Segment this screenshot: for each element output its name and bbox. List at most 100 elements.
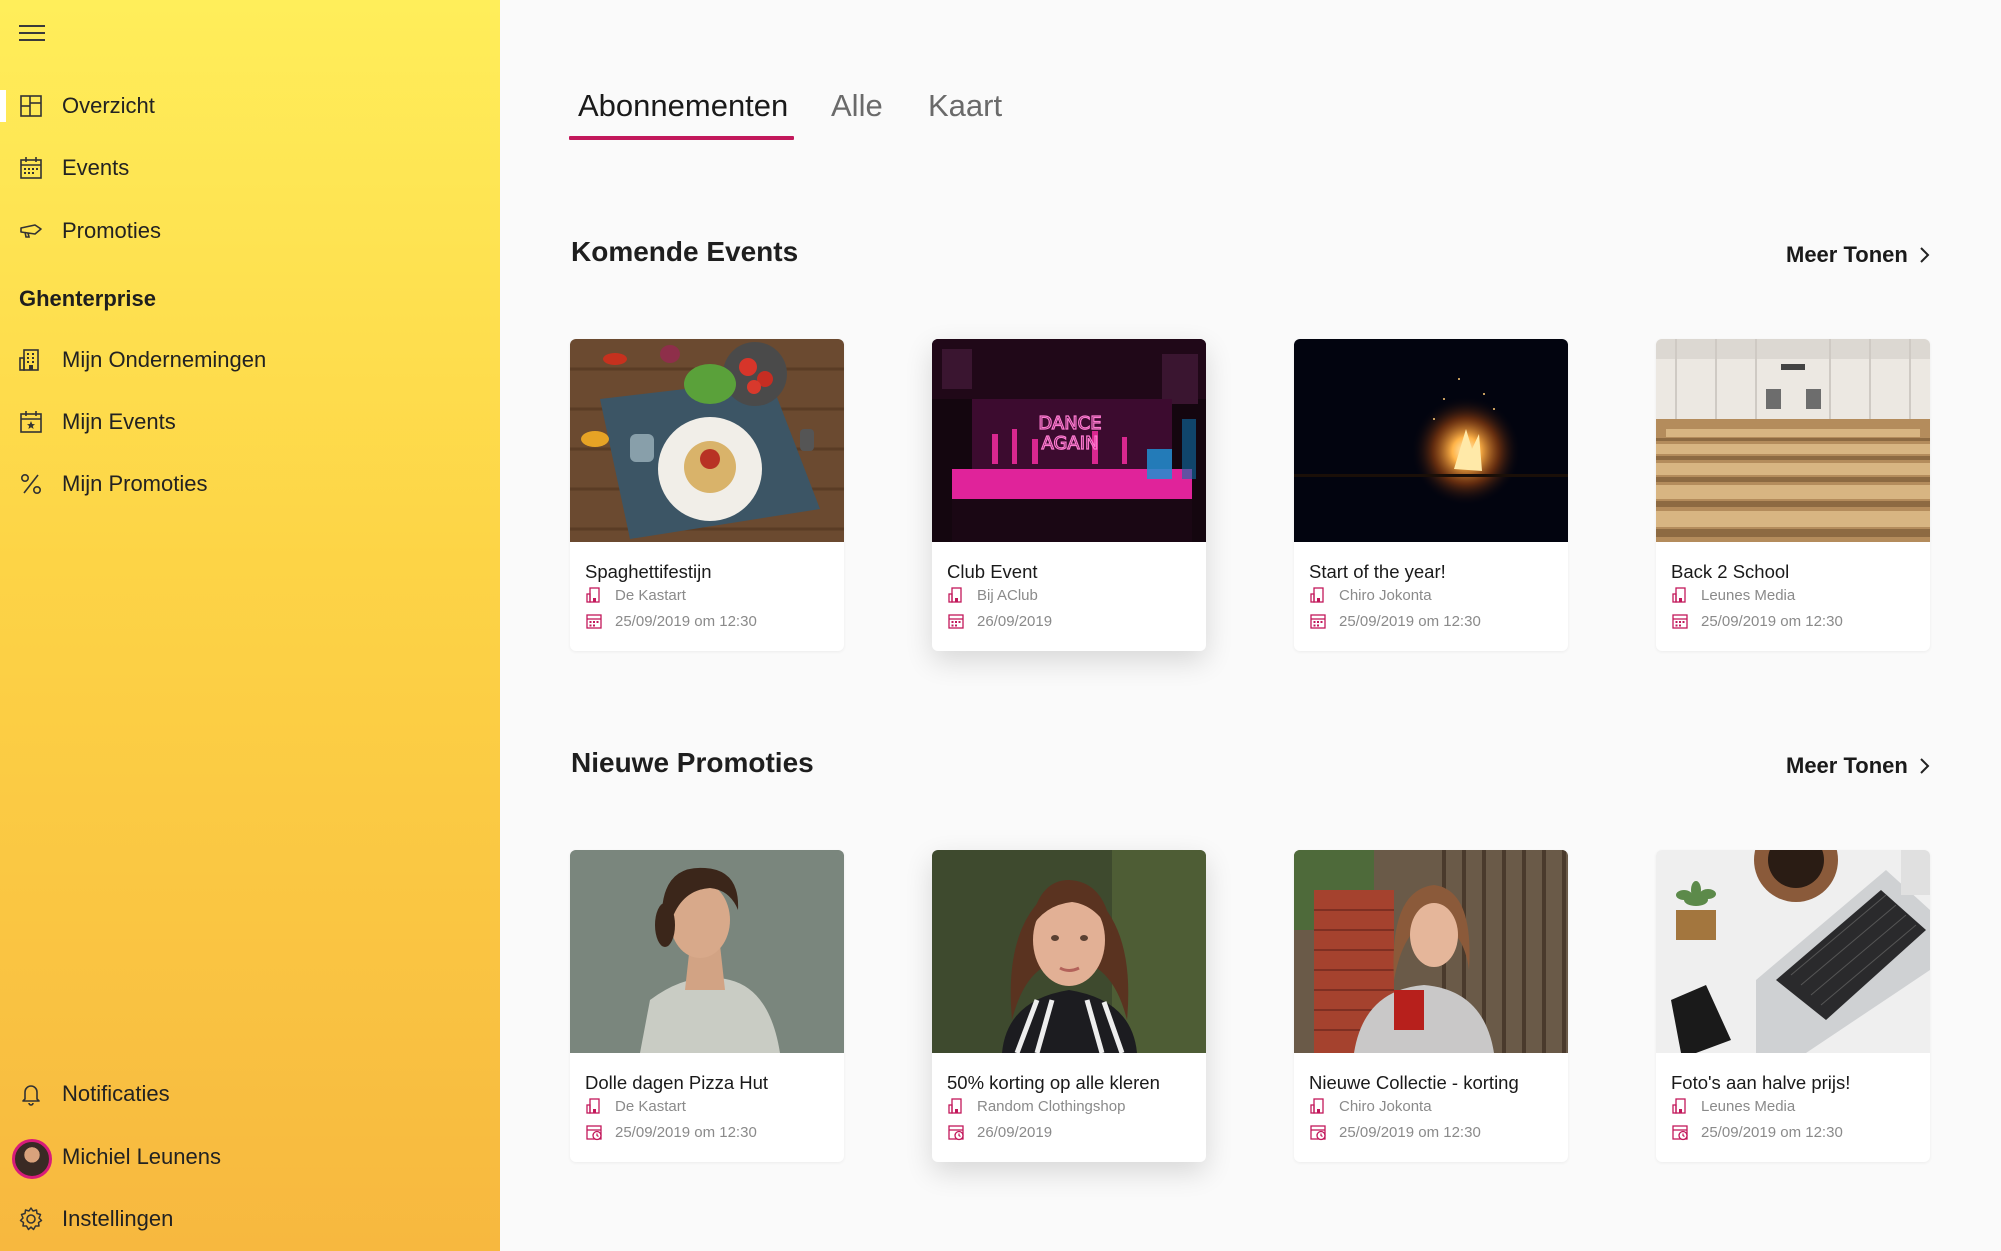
tab-abonnementen[interactable]: Abonnementen <box>578 88 788 124</box>
card-date: 25/09/2019 om 12:30 <box>1671 1123 1843 1141</box>
calendar-icon <box>1310 614 1326 629</box>
nav-item-mijn-ondernemingen[interactable]: Mijn Ondernemingen <box>0 334 500 386</box>
card-organizer-name: Chiro Jokonta <box>1339 1097 1432 1115</box>
event-image-campfire <box>1294 339 1568 542</box>
neon-sign-text: DANCE AGAIN <box>1038 413 1101 454</box>
card-title: 50% korting op alle kleren <box>947 1072 1160 1093</box>
building-icon <box>19 349 39 371</box>
promotion-image-girl <box>1294 850 1568 1053</box>
calendar-icon <box>948 614 964 629</box>
card-organizer-name: Leunes Media <box>1701 1097 1796 1115</box>
nav-label: Promoties <box>62 218 162 243</box>
promotion-card[interactable]: Foto's aan halve prijs! Leunes Media 25/… <box>1656 850 1930 1162</box>
promotion-card[interactable]: Dolle dagen Pizza Hut De Kastart 25/09/2… <box>570 850 844 1162</box>
avatar[interactable] <box>12 1139 52 1179</box>
card-date-text: 25/09/2019 om 12:30 <box>1701 1123 1843 1141</box>
more-link-label: Meer Tonen <box>1786 242 1908 267</box>
calendar-icon <box>586 614 602 629</box>
promotion-image-laptop <box>1656 850 1930 1053</box>
card-organizer: Leunes Media <box>1671 586 1795 604</box>
promotion-image-woman <box>932 850 1206 1053</box>
promotion-card[interactable]: 50% korting op alle kleren Random Clothi… <box>932 850 1206 1162</box>
card-date-text: 26/09/2019 <box>977 1123 1053 1141</box>
card-organizer-name: Leunes Media <box>1701 586 1796 604</box>
more-events-link[interactable]: Meer Tonen <box>1786 242 1930 268</box>
card-date-text: 26/09/2019 <box>977 612 1053 630</box>
chevron-right-icon <box>1920 758 1930 774</box>
nav-label: Mijn Ondernemingen <box>62 347 267 372</box>
megaphone-icon <box>20 224 42 238</box>
card-title: Nieuwe Collectie - korting <box>1309 1072 1519 1093</box>
bell-icon <box>22 1085 40 1106</box>
active-tab-indicator <box>569 136 794 140</box>
event-image-food <box>570 339 844 542</box>
building-icon <box>1672 1098 1686 1114</box>
card-organizer: Leunes Media <box>1671 1097 1795 1115</box>
building-icon <box>948 1098 962 1114</box>
building-icon <box>948 587 962 603</box>
card-date-text: 25/09/2019 om 12:30 <box>615 612 757 630</box>
building-icon <box>586 1098 600 1114</box>
nav-label: Mijn Events <box>62 409 176 434</box>
calendar-clock-icon <box>948 1125 964 1141</box>
card-organizer: De Kastart <box>585 586 686 604</box>
card-date-text: 25/09/2019 om 12:30 <box>615 1123 757 1141</box>
card-title: Start of the year! <box>1309 561 1446 582</box>
nav-item-mijn-promoties[interactable]: Mijn Promoties <box>0 458 500 510</box>
card-title: Back 2 School <box>1671 561 1790 582</box>
hamburger-menu-icon[interactable] <box>17 22 47 46</box>
card-organizer: Random Clothingshop <box>947 1097 1125 1115</box>
tab-alle[interactable]: Alle <box>831 88 883 124</box>
event-card[interactable]: Start of the year! Chiro Jokonta 25/09/2… <box>1294 339 1568 651</box>
card-title: Dolle dagen Pizza Hut <box>585 1072 769 1093</box>
calendar-clock-icon <box>1672 1125 1688 1141</box>
more-promotions-link[interactable]: Meer Tonen <box>1786 753 1930 779</box>
nav-item-instellingen[interactable]: Instellingen <box>0 1193 500 1245</box>
event-card[interactable]: DANCE AGAIN Club Event Bij AClub 26/09/20… <box>932 339 1206 651</box>
building-icon <box>586 587 600 603</box>
card-date: 26/09/2019 <box>947 1123 1052 1141</box>
building-icon <box>1310 587 1324 603</box>
percent-icon <box>21 474 41 494</box>
card-date: 26/09/2019 <box>947 612 1052 630</box>
event-image-club: DANCE AGAIN <box>932 339 1206 542</box>
promotion-card[interactable]: Nieuwe Collectie - korting Chiro Jokonta… <box>1294 850 1568 1162</box>
card-organizer: Bij AClub <box>947 586 1038 604</box>
card-organizer: Chiro Jokonta <box>1309 1097 1432 1115</box>
calendar-icon <box>20 157 42 179</box>
section-title-promotions: Nieuwe Promoties <box>571 747 814 778</box>
nav-label: Notificaties <box>62 1081 170 1106</box>
more-link-label: Meer Tonen <box>1786 753 1908 778</box>
nav-item-profile[interactable]: Michiel Leunens <box>0 1131 500 1183</box>
card-date-text: 25/09/2019 om 12:30 <box>1339 1123 1481 1141</box>
card-title: Club Event <box>947 561 1038 582</box>
card-date: 25/09/2019 om 12:30 <box>1309 1123 1481 1141</box>
card-date: 25/09/2019 om 12:30 <box>585 1123 757 1141</box>
event-card[interactable]: Spaghettifestijn De Kastart 25/09/2019 o… <box>570 339 844 651</box>
card-organizer: Chiro Jokonta <box>1309 586 1432 604</box>
calendar-clock-icon <box>586 1125 602 1141</box>
nav-item-mijn-events[interactable]: Mijn Events <box>0 396 500 448</box>
nav-label: Instellingen <box>62 1206 174 1231</box>
event-image-auditorium <box>1656 339 1930 542</box>
card-title: Foto's aan halve prijs! <box>1671 1072 1851 1093</box>
nav-item-promoties[interactable]: Promoties <box>0 205 500 257</box>
event-card[interactable]: Back 2 School Leunes Media 25/09/2019 om… <box>1656 339 1930 651</box>
nav-item-events[interactable]: Events <box>0 142 500 194</box>
sidebar: Overzicht Events Promoties Ghenterprise … <box>0 0 500 1251</box>
card-date-text: 25/09/2019 om 12:30 <box>1701 612 1843 630</box>
gear-icon <box>19 1207 43 1231</box>
tab-kaart[interactable]: Kaart <box>928 88 1002 124</box>
calendar-clock-icon <box>1310 1125 1326 1141</box>
nav-item-overzicht[interactable]: Overzicht <box>0 80 500 132</box>
card-title: Spaghettifestijn <box>585 561 712 582</box>
promotion-image-man <box>570 850 844 1053</box>
card-organizer-name: Bij AClub <box>977 586 1038 604</box>
building-icon <box>1310 1098 1324 1114</box>
card-organizer-name: De Kastart <box>615 586 686 604</box>
building-icon <box>1672 587 1686 603</box>
nav-item-notificaties[interactable]: Notificaties <box>0 1068 500 1120</box>
nav-label: Mijn Promoties <box>62 471 208 496</box>
group-title: Ghenterprise <box>19 286 156 311</box>
dashboard-icon <box>20 95 42 117</box>
